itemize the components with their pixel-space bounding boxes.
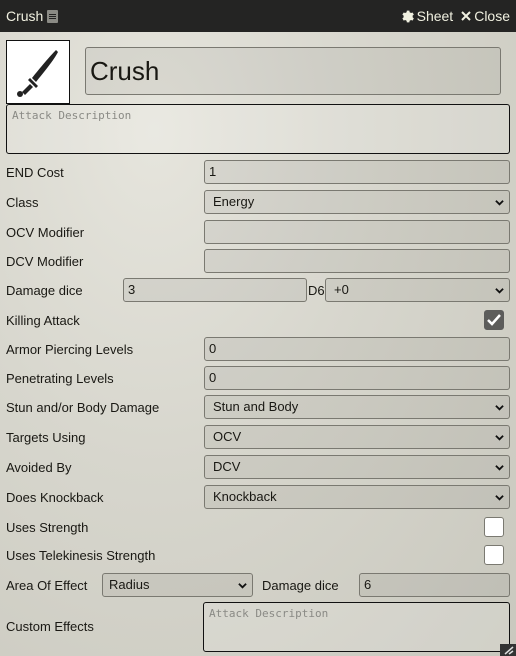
targets-using-value: OCV xyxy=(213,429,242,444)
row-damage-dice: Damage dice 3 D6 +0 xyxy=(6,278,510,304)
row-dcv-modifier: DCV Modifier xyxy=(6,249,510,275)
ocv-modifier-input[interactable] xyxy=(204,220,510,244)
resize-icon xyxy=(504,646,514,655)
uses-strength-label: Uses Strength xyxy=(6,520,89,535)
gear-icon xyxy=(401,10,414,22)
row-uses-tk-strength: Uses Telekinesis Strength xyxy=(6,543,510,569)
close-icon xyxy=(461,11,471,21)
area-of-effect-select[interactable]: Radius xyxy=(102,573,253,597)
close-label: Close xyxy=(474,8,510,24)
item-name-input[interactable]: Crush xyxy=(85,47,501,95)
blade-icon xyxy=(10,44,66,100)
checkmark-icon xyxy=(487,314,501,326)
dcv-modifier-label: DCV Modifier xyxy=(6,254,84,269)
item-image[interactable] xyxy=(6,40,70,104)
stun-body-value: Stun and Body xyxy=(213,399,299,414)
chevron-down-icon xyxy=(495,288,504,294)
attack-description-textarea[interactable]: Attack Description xyxy=(6,104,510,154)
damage-dice-input[interactable]: 3 xyxy=(123,278,307,302)
row-avoided-by: Avoided By DCV xyxy=(6,455,510,481)
avoided-by-value: DCV xyxy=(213,459,241,474)
row-armor-piercing: Armor Piercing Levels 0 xyxy=(6,337,510,363)
end-cost-input[interactable]: 1 xyxy=(204,160,510,184)
chevron-down-icon xyxy=(495,495,504,501)
area-of-effect-value: Radius xyxy=(109,577,150,592)
d6-suffix: D6 xyxy=(308,283,325,298)
custom-effects-textarea[interactable]: Attack Description xyxy=(203,602,510,652)
ocv-modifier-label: OCV Modifier xyxy=(6,225,85,240)
uses-strength-checkbox[interactable] xyxy=(484,517,504,537)
row-stun-body: Stun and/or Body Damage Stun and Body xyxy=(6,395,510,421)
killing-attack-label: Killing Attack xyxy=(6,313,80,328)
chevron-down-icon xyxy=(495,435,504,441)
aoe-damage-dice-input[interactable]: 6 xyxy=(359,573,510,597)
knockback-value: Knockback xyxy=(213,489,277,504)
targets-using-label: Targets Using xyxy=(6,430,86,445)
row-class: Class Energy xyxy=(6,190,510,216)
uses-tk-strength-label: Uses Telekinesis Strength xyxy=(6,548,156,563)
item-sheet-window: Crush Sheet Close Crush Attack Descripti… xyxy=(0,0,516,656)
row-targets-using: Targets Using OCV xyxy=(6,425,510,451)
close-button[interactable]: Close xyxy=(461,8,510,24)
avoided-by-label: Avoided By xyxy=(6,460,72,475)
armor-piercing-input[interactable]: 0 xyxy=(204,337,510,361)
sheet-label: Sheet xyxy=(416,8,454,24)
uses-tk-strength-checkbox[interactable] xyxy=(484,545,504,565)
damage-dice-label: Damage dice xyxy=(6,283,83,298)
chevron-down-icon xyxy=(495,405,504,411)
window-titlebar[interactable]: Crush Sheet Close xyxy=(0,0,516,32)
chevron-down-icon xyxy=(495,465,504,471)
class-value: Energy xyxy=(213,194,255,209)
penetrating-input[interactable]: 0 xyxy=(204,366,510,390)
damage-plus-value: +0 xyxy=(334,282,349,297)
area-of-effect-label: Area Of Effect xyxy=(6,578,88,593)
dcv-modifier-input[interactable] xyxy=(204,249,510,273)
penetrating-label: Penetrating Levels xyxy=(6,371,114,386)
row-end-cost: END Cost 1 xyxy=(6,160,510,186)
custom-effects-label: Custom Effects xyxy=(6,619,94,634)
document-id-icon[interactable] xyxy=(47,9,59,23)
row-knockback: Does Knockback Knockback xyxy=(6,485,510,511)
row-area-of-effect: Area Of Effect Radius Damage dice 6 xyxy=(6,573,510,599)
row-penetrating: Penetrating Levels 0 xyxy=(6,366,510,392)
class-select[interactable]: Energy xyxy=(204,190,510,214)
aoe-damage-dice-label: Damage dice xyxy=(262,578,339,593)
window-controls: Sheet Close xyxy=(401,8,510,24)
sheet-header: Crush xyxy=(6,40,510,104)
stun-body-select[interactable]: Stun and Body xyxy=(204,395,510,419)
targets-using-select[interactable]: OCV xyxy=(204,425,510,449)
chevron-down-icon xyxy=(238,583,247,589)
resize-handle[interactable] xyxy=(500,644,516,656)
killing-attack-checkbox[interactable] xyxy=(484,310,504,330)
knockback-label: Does Knockback xyxy=(6,490,104,505)
damage-plus-select[interactable]: +0 xyxy=(325,278,510,302)
chevron-down-icon xyxy=(495,200,504,206)
window-title: Crush xyxy=(6,8,44,24)
knockback-select[interactable]: Knockback xyxy=(204,485,510,509)
row-ocv-modifier: OCV Modifier xyxy=(6,220,510,246)
class-label: Class xyxy=(6,195,39,210)
row-uses-strength: Uses Strength xyxy=(6,515,510,541)
sheet-button[interactable]: Sheet xyxy=(401,8,454,24)
armor-piercing-label: Armor Piercing Levels xyxy=(6,342,134,357)
row-killing-attack: Killing Attack xyxy=(6,308,510,334)
avoided-by-select[interactable]: DCV xyxy=(204,455,510,479)
end-cost-label: END Cost xyxy=(6,165,64,180)
stun-body-label: Stun and/or Body Damage xyxy=(6,400,160,415)
window-title-group: Crush xyxy=(6,8,59,24)
